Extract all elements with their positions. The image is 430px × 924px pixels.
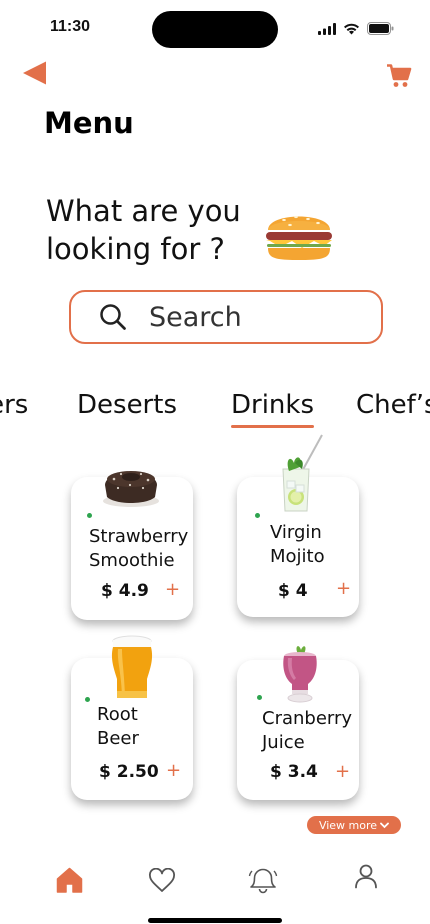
item-price: $ 3.4 (270, 762, 318, 782)
availability-dot (87, 513, 92, 518)
chocolate-cake-image (103, 471, 159, 507)
cart-icon[interactable] (386, 63, 412, 89)
add-to-cart-button[interactable]: + (166, 760, 181, 781)
tab-drinks[interactable]: Drinks (231, 390, 315, 428)
prompt-line-1: What are you (46, 194, 241, 228)
wifi-icon (344, 23, 359, 34)
status-time: 11:30 (50, 18, 91, 35)
tab-deserts[interactable]: Deserts (77, 390, 177, 420)
search-input[interactable] (149, 301, 349, 333)
nav-notifications-icon[interactable] (248, 867, 278, 894)
home-indicator (148, 918, 282, 923)
nav-home-icon[interactable] (56, 867, 83, 893)
category-tabs: rers Deserts Drinks Chef’s (0, 390, 430, 432)
availability-dot (85, 697, 90, 702)
item-name: Strawberry Smoothie (89, 526, 189, 571)
prompt-text: What are you looking for ? (46, 192, 241, 268)
search-bar[interactable] (69, 290, 383, 344)
tab-chefs-special[interactable]: Chef’s (356, 390, 430, 420)
dynamic-island (152, 11, 278, 48)
active-tab-underline (231, 425, 315, 428)
item-name: Virgin Mojito (270, 522, 325, 567)
prompt-line-2: looking for ? (46, 232, 225, 266)
nav-profile-icon[interactable] (354, 864, 378, 889)
back-arrow-icon[interactable] (22, 60, 48, 86)
cranberry-juice-glass-image (283, 646, 317, 703)
beer-glass-image (111, 635, 153, 698)
page-title: Menu (44, 106, 134, 140)
item-price: $ 4.9 (101, 581, 149, 601)
item-price: $ 4 (278, 581, 308, 601)
item-name: Cranberry Juice (262, 708, 353, 753)
item-name: Root Beer (97, 704, 139, 749)
search-icon (100, 304, 126, 330)
burger-icon (266, 215, 332, 260)
status-icons (318, 22, 394, 35)
add-to-cart-button[interactable]: + (335, 761, 350, 782)
add-to-cart-button[interactable]: + (165, 579, 180, 600)
availability-dot (257, 695, 262, 700)
item-price: $ 2.50 (99, 762, 159, 782)
view-more-label: View more (318, 818, 378, 832)
signal-icon (318, 22, 336, 35)
tab-burgers[interactable]: rers (0, 390, 28, 420)
mojito-glass-image (282, 434, 323, 512)
battery-icon (367, 22, 394, 35)
add-to-cart-button[interactable]: + (336, 578, 351, 599)
nav-favorites-icon[interactable] (148, 868, 176, 893)
view-more-button[interactable]: View more (307, 816, 401, 834)
availability-dot (255, 513, 260, 518)
chevron-down-icon (380, 822, 389, 828)
tab-drinks-label: Drinks (231, 390, 315, 420)
